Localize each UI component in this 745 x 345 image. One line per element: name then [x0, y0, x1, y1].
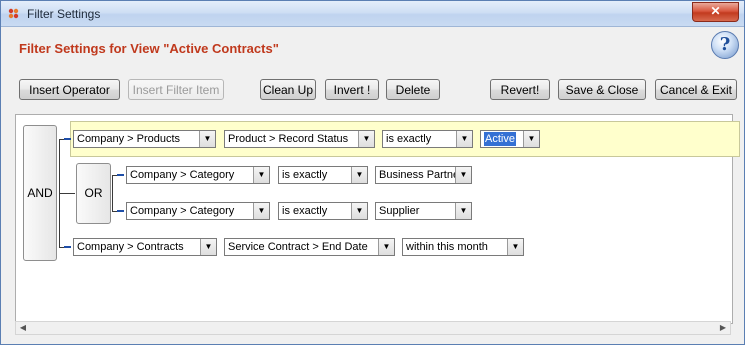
condition-select[interactable]: is exactly ▼	[382, 130, 473, 148]
help-question-icon[interactable]: ?	[711, 31, 739, 59]
select-value: Active	[484, 132, 516, 146]
clean-up-button[interactable]: Clean Up	[260, 79, 316, 100]
close-button[interactable]: ✕	[692, 2, 739, 22]
row-connector	[64, 246, 71, 248]
select-value: is exactly	[386, 133, 432, 145]
dropdown-arrow-icon[interactable]: ▼	[507, 239, 523, 255]
select-value: is exactly	[282, 205, 328, 217]
tree-line	[112, 175, 113, 212]
condition-select[interactable]: within this month ▼	[402, 238, 524, 256]
select-value: Supplier	[379, 205, 420, 217]
close-icon: ✕	[710, 4, 721, 18]
condition-select[interactable]: is exactly ▼	[278, 202, 368, 220]
dropdown-arrow-icon[interactable]: ▼	[199, 131, 215, 147]
delete-button[interactable]: Delete	[386, 79, 440, 100]
dropdown-arrow-icon[interactable]: ▼	[455, 167, 471, 183]
dropdown-arrow-icon[interactable]: ▼	[378, 239, 394, 255]
row-connector	[64, 138, 71, 140]
condition-select[interactable]: is exactly ▼	[278, 166, 368, 184]
field-select[interactable]: Company > Category ▼	[126, 166, 270, 184]
select-value: Business Partner	[379, 169, 463, 181]
dropdown-arrow-icon[interactable]: ▼	[253, 167, 269, 183]
scroll-right-icon[interactable]: ▶	[719, 324, 727, 332]
title-bar: Filter Settings ✕	[1, 1, 744, 27]
filter-settings-window: Filter Settings ✕ Filter Settings for Vi…	[0, 0, 745, 345]
dropdown-arrow-icon[interactable]: ▼	[253, 203, 269, 219]
or-operator[interactable]: OR	[76, 163, 111, 224]
horizontal-scrollbar[interactable]: ◀ ▶	[15, 321, 731, 335]
dropdown-arrow-icon[interactable]: ▼	[351, 203, 367, 219]
attribute-select[interactable]: Product > Record Status ▼	[224, 130, 375, 148]
value-select[interactable]: Supplier ▼	[375, 202, 472, 220]
field-select[interactable]: Company > Contracts ▼	[73, 238, 217, 256]
select-value: Company > Category	[130, 169, 235, 181]
scroll-left-icon[interactable]: ◀	[19, 324, 27, 332]
page-title: Filter Settings for View "Active Contrac…	[19, 41, 279, 56]
value-select[interactable]: Active ▼	[480, 130, 540, 148]
select-value: Company > Products	[77, 133, 181, 145]
revert-button[interactable]: Revert!	[490, 79, 550, 100]
select-value: Company > Contracts	[77, 241, 184, 253]
invert-button[interactable]: Invert !	[325, 79, 379, 100]
dropdown-arrow-icon[interactable]: ▼	[456, 131, 472, 147]
select-value: Product > Record Status	[228, 133, 349, 145]
dropdown-arrow-icon[interactable]: ▼	[455, 203, 471, 219]
dropdown-arrow-icon[interactable]: ▼	[351, 167, 367, 183]
and-operator[interactable]: AND	[23, 125, 57, 261]
tree-line	[59, 193, 75, 194]
select-value: Company > Category	[130, 205, 235, 217]
select-value: is exactly	[282, 169, 328, 181]
field-select[interactable]: Company > Products ▼	[73, 130, 216, 148]
window-title: Filter Settings	[27, 7, 101, 21]
cancel-exit-button[interactable]: Cancel & Exit	[655, 79, 737, 100]
row-connector	[117, 210, 124, 212]
insert-operator-button[interactable]: Insert Operator	[19, 79, 120, 100]
insert-filter-item-button[interactable]: Insert Filter Item	[128, 79, 224, 100]
select-value: within this month	[406, 241, 488, 253]
dropdown-arrow-icon[interactable]: ▼	[523, 131, 539, 147]
filter-app-icon	[8, 8, 19, 19]
field-select[interactable]: Company > Category ▼	[126, 202, 270, 220]
save-close-button[interactable]: Save & Close	[558, 79, 646, 100]
dropdown-arrow-icon[interactable]: ▼	[200, 239, 216, 255]
dropdown-arrow-icon[interactable]: ▼	[358, 131, 374, 147]
select-value: Service Contract > End Date	[228, 241, 368, 253]
value-select[interactable]: Business Partner ▼	[375, 166, 472, 184]
attribute-select[interactable]: Service Contract > End Date ▼	[224, 238, 395, 256]
row-connector	[117, 174, 124, 176]
